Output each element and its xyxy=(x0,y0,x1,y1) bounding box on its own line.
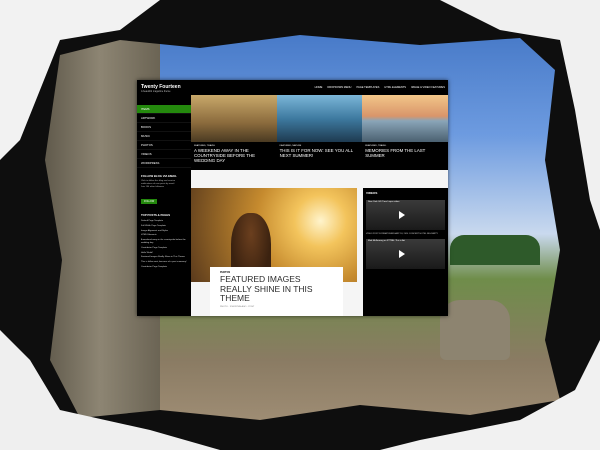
featured-title[interactable]: A WEEKEND AWAY IN THE COUNTRYSIDE BEFORE… xyxy=(191,148,277,164)
top-posts-title: TOP POSTS & PAGES xyxy=(141,213,171,217)
video-caption: VIDEO POST FORMAT FEBRUARY 18, 2014 CONC… xyxy=(366,233,438,235)
post-date[interactable]: 3 MONTHS AGO xyxy=(230,306,247,308)
video-embed[interactable]: New York: HD Time Lapse video xyxy=(366,200,445,230)
website-screenshot: Twenty Fourteen A beautiful magazine the… xyxy=(137,80,448,316)
featured-title[interactable]: THIS IS IT FOR NOW: SEE YOU ALL NEXT SUM… xyxy=(277,148,363,158)
site-title[interactable]: Twenty Fourteen xyxy=(137,80,191,90)
video-title[interactable]: Matt Mullenweg on KTTBH: This is Art xyxy=(368,240,405,242)
nav-html-elements[interactable]: HTML ELEMENTS xyxy=(384,86,406,89)
nav-dropdown-menu[interactable]: DROPDOWN MENU xyxy=(327,86,351,89)
featured-image-grass[interactable] xyxy=(276,95,363,142)
post-title[interactable]: FEATURED IMAGES REALLY SHINE IN THIS THE… xyxy=(210,274,343,304)
follow-button[interactable]: FOLLOW xyxy=(141,199,158,204)
featured-image-pier[interactable] xyxy=(191,95,277,142)
site-description: A beautiful magazine theme xyxy=(141,90,171,93)
sidebar-menu: ITEMS ARTWORK BOOKS MUSIC PHOTOS VIDEOS … xyxy=(137,105,191,168)
nav-page-templates[interactable]: PAGE TEMPLATES xyxy=(356,86,379,89)
top-post-link[interactable]: Contributor Page Template xyxy=(137,265,191,270)
nav-image-video-features[interactable]: IMAGE & VIDEO FEATURES xyxy=(411,86,445,89)
ruin-carving-right xyxy=(440,300,510,360)
nav-home[interactable]: HOME xyxy=(315,86,323,89)
top-post-link[interactable]: A weekend away in the countryside before… xyxy=(137,238,191,246)
featured-post[interactable]: FEATURED, TRAVEL MEMORIES FROM THE LAST … xyxy=(362,95,448,170)
sidebar-item-items[interactable]: ITEMS xyxy=(137,105,191,114)
top-navigation: HOME DROPDOWN MENU PAGE TEMPLATES HTML E… xyxy=(191,80,448,95)
videos-widget: VIDEOS New York: HD Time Lapse video VID… xyxy=(363,188,448,316)
featured-title[interactable]: MEMORIES FROM THE LAST SUMMER xyxy=(362,148,448,158)
videos-heading: VIDEOS xyxy=(366,191,378,195)
follow-widget-title: FOLLOW BLOG VIA EMAIL xyxy=(141,174,177,178)
video-title[interactable]: New York: HD Time Lapse video xyxy=(368,201,399,203)
follow-count: Join 154 other followers xyxy=(141,186,165,188)
sidebar-item-artwork[interactable]: ARTWORK xyxy=(137,114,191,123)
sidebar-item-photos[interactable]: PHOTOS xyxy=(137,141,191,150)
play-icon[interactable] xyxy=(399,211,405,219)
sidebar-item-wordpress[interactable]: WORDPRESS xyxy=(137,159,191,168)
distant-trees xyxy=(450,235,540,265)
sidebar-item-videos[interactable]: VIDEOS xyxy=(137,150,191,159)
play-icon[interactable] xyxy=(399,249,405,258)
featured-content: FEATURED, TRAVEL A WEEKEND AWAY IN THE C… xyxy=(191,95,448,170)
sidebar: Twenty Fourteen A beautiful magazine the… xyxy=(137,80,191,316)
post-type[interactable]: POST xyxy=(248,306,254,308)
video-embed[interactable]: Matt Mullenweg on KTTBH: This is Art xyxy=(366,238,445,269)
featured-post[interactable]: FEATURED, NATURE THIS IS IT FOR NOW: SEE… xyxy=(276,95,363,170)
main-content: PHOTOS FEATURED IMAGES REALLY SHINE IN T… xyxy=(191,170,448,316)
featured-image-boardwalk[interactable] xyxy=(362,95,448,142)
post-format[interactable]: PHOTO xyxy=(220,306,228,308)
post-meta: PHOTO · 3 MONTHS AGO · POST xyxy=(220,305,255,308)
sidebar-item-books[interactable]: BOOKS xyxy=(137,123,191,132)
post-card: PHOTOS FEATURED IMAGES REALLY SHINE IN T… xyxy=(210,267,343,316)
sidebar-item-music[interactable]: MUSIC xyxy=(137,132,191,141)
featured-post[interactable]: FEATURED, TRAVEL A WEEKEND AWAY IN THE C… xyxy=(191,95,277,170)
